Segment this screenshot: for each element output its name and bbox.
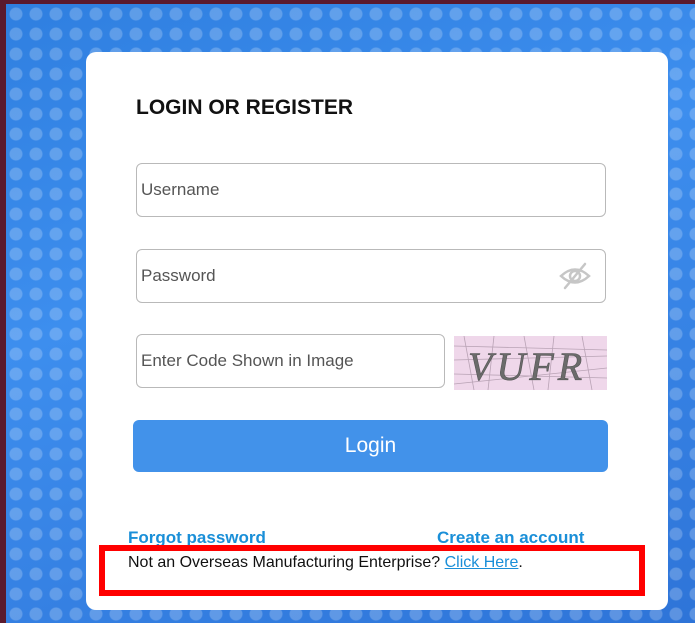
forgot-password-link[interactable]: Forgot password xyxy=(128,528,266,548)
login-card: LOGIN OR REGISTER VUFR Login Forgot xyxy=(86,52,668,610)
username-input[interactable] xyxy=(137,164,605,216)
password-field-wrapper xyxy=(136,249,606,303)
captcha-image: VUFR xyxy=(453,335,608,391)
username-field-wrapper xyxy=(136,163,606,217)
eye-slash-icon[interactable] xyxy=(555,256,595,296)
oem-note: Not an Overseas Manufacturing Enterprise… xyxy=(128,554,523,572)
login-button[interactable]: Login xyxy=(133,420,608,472)
captcha-input[interactable] xyxy=(137,335,444,387)
create-account-link[interactable]: Create an account xyxy=(437,528,584,548)
oem-note-end: . xyxy=(518,554,523,571)
page-title: LOGIN OR REGISTER xyxy=(136,96,354,119)
oem-note-text: Not an Overseas Manufacturing Enterprise… xyxy=(128,554,445,571)
click-here-link[interactable]: Click Here xyxy=(445,554,519,571)
captcha-text: VUFR xyxy=(468,344,586,389)
password-input[interactable] xyxy=(137,250,555,302)
code-field-wrapper xyxy=(136,334,445,388)
